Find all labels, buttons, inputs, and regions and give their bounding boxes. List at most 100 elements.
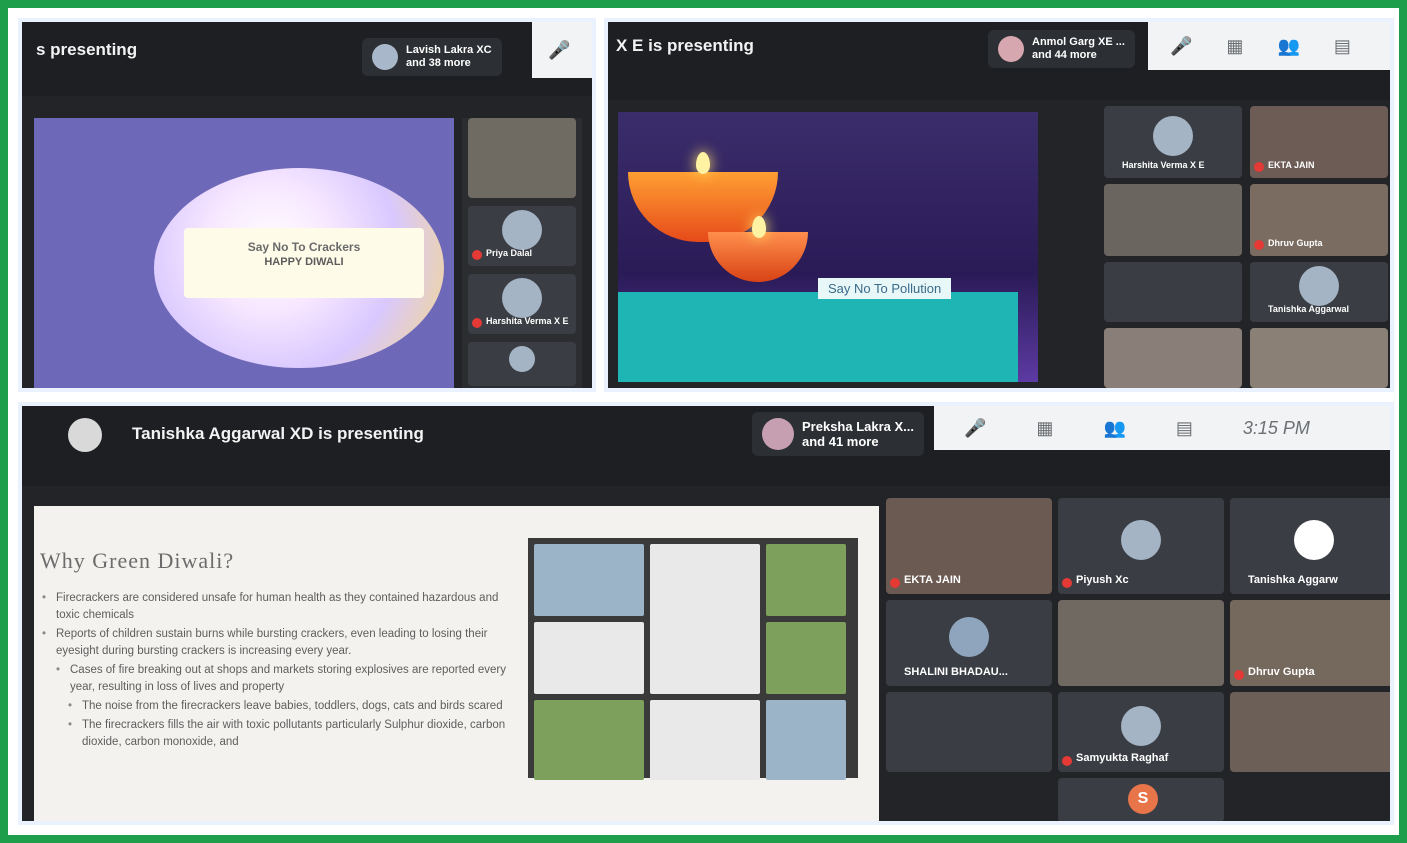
bullet-item: The firecrackers fills the air with toxi… [42, 717, 512, 751]
avatar [372, 44, 398, 70]
toolbar: 🎤 ▦ 👥 ▤ [1148, 22, 1390, 70]
meeting-topbar: X E is presenting Anmol Garg XE ... and … [608, 22, 1390, 100]
participant-tile-video[interactable] [1230, 692, 1390, 772]
participant-grid: Harshita Verma X E EKTA JAIN Dhruv Gupta… [1104, 106, 1388, 388]
avatar [949, 617, 989, 657]
slide-title: Why Green Diwali? [40, 548, 235, 573]
participant-count: and 44 more [1032, 49, 1097, 61]
slide-text-box [618, 292, 1018, 382]
participant-tile[interactable]: Priya Dalal [468, 206, 576, 266]
avatar [762, 418, 794, 450]
participant-tile[interactable]: Dhruv Gupta [1230, 600, 1390, 686]
avatar [1294, 520, 1334, 560]
participant-tile[interactable]: Harshita Verma X E [1104, 106, 1242, 178]
participant-grid: EKTA JAIN Piyush Xc Tanishka Aggarw SHAL… [886, 498, 1390, 821]
meeting-screenshot-3: Tanishka Aggarwal XD is presenting Preks… [18, 402, 1394, 825]
grid-icon[interactable]: ▦ [1226, 36, 1243, 57]
presenting-label: X E is presenting [616, 36, 754, 55]
participant-name: Harshita Verma X E [486, 316, 569, 326]
participants-chip[interactable]: Anmol Garg XE ... and 44 more [988, 30, 1135, 68]
collage-photo [766, 622, 846, 694]
participant-tile[interactable]: Harshita Verma X E [468, 274, 576, 334]
slide-line-1: Say No To Crackers [247, 240, 361, 254]
participant-count: and 41 more [802, 434, 879, 449]
avatar [1121, 706, 1161, 746]
participant-tile[interactable]: EKTA JAIN [886, 498, 1052, 594]
collage-photo [766, 544, 846, 616]
participant-name: EKTA JAIN [904, 574, 961, 586]
presentation-slide: Say No To Crackers HAPPY DIWALI [34, 118, 454, 388]
avatar-initial: S [1128, 784, 1158, 814]
flame-graphic [696, 152, 710, 174]
avatar [1121, 520, 1161, 560]
slide-bullets: Firecrackers are considered unsafe for h… [42, 590, 512, 753]
participant-tile[interactable]: S [1058, 778, 1224, 821]
participant-tile[interactable]: Tanishka Aggarw [1230, 498, 1390, 594]
collage-photo [650, 700, 760, 780]
presenting-label: Tanishka Aggarwal XD is presenting [132, 424, 424, 443]
mic-off-icon [1254, 240, 1264, 250]
participant-tile[interactable]: Samyukta Raghaf [1058, 692, 1224, 772]
collage-photo [766, 700, 846, 780]
microphone-icon[interactable]: 🎤 [964, 418, 986, 439]
mic-off-icon [1062, 578, 1072, 588]
mic-off-icon [890, 578, 900, 588]
diya-graphic [708, 232, 808, 282]
participant-tile[interactable]: EKTA JAIN [1250, 106, 1388, 178]
participant-tile[interactable]: Tanishka Aggarwal [1250, 262, 1388, 322]
grid-icon[interactable]: ▦ [1036, 418, 1053, 439]
mic-off-icon [1254, 162, 1264, 172]
participant-name: Piyush Xc [1076, 574, 1129, 586]
participant-name: Priya Dalal [486, 248, 533, 258]
presenting-label: s presenting [36, 40, 138, 59]
meeting-screenshot-2: X E is presenting Anmol Garg XE ... and … [604, 18, 1394, 392]
people-icon[interactable]: 👥 [1277, 36, 1299, 57]
participant-tile[interactable]: Piyush Xc [1058, 498, 1224, 594]
microphone-icon[interactable]: 🎤 [1170, 36, 1192, 57]
bullet-item: Cases of fire breaking out at shops and … [42, 662, 512, 696]
participant-tile-video[interactable] [1058, 600, 1224, 686]
participant-tile-video[interactable] [468, 118, 576, 198]
toolbar: 🎤 ▦ 👥 ▤ 3:15 PM [934, 406, 1390, 450]
participant-tile[interactable] [468, 342, 576, 386]
participant-tile-video[interactable] [1104, 328, 1242, 388]
mic-off-icon [472, 318, 482, 328]
participant-tile[interactable] [1104, 262, 1242, 322]
avatar [502, 210, 542, 250]
participant-name: Dhruv Gupta [1248, 666, 1315, 678]
presentation-slide: Why Green Diwali? Firecrackers are consi… [34, 506, 879, 821]
participant-name: Tanishka Aggarw [1248, 574, 1338, 586]
chat-icon[interactable]: ▤ [1334, 36, 1351, 57]
bullet-item: Reports of children sustain burns while … [42, 626, 512, 660]
participant-tile-video[interactable] [1250, 328, 1388, 388]
toolbar: 🎤 [532, 22, 592, 78]
mic-off-icon [1234, 670, 1244, 680]
slide-title: Say No To Pollution [818, 278, 952, 299]
participant-tile-video[interactable] [1104, 184, 1242, 256]
participant-tile[interactable]: SHALINI BHADAU... [886, 600, 1052, 686]
participant-name: EKTA JAIN [1268, 160, 1315, 170]
microphone-icon[interactable]: 🎤 [548, 40, 570, 61]
slide-card: Say No To Crackers HAPPY DIWALI [184, 228, 424, 298]
participant-name: Dhruv Gupta [1268, 238, 1323, 248]
participants-chip[interactable]: Lavish Lakra XC and 38 more [362, 38, 502, 76]
collage-photo [534, 700, 644, 780]
avatar [1153, 116, 1193, 156]
avatar [998, 36, 1024, 62]
participant-name: Preksha Lakra X... [802, 419, 915, 434]
participant-name: Lavish Lakra XC [406, 44, 492, 56]
participant-name: Samyukta Raghaf [1076, 752, 1169, 764]
participants-chip[interactable]: Preksha Lakra X... and 41 more [752, 412, 925, 456]
participant-tile[interactable]: Dhruv Gupta [1250, 184, 1388, 256]
chat-icon[interactable]: ▤ [1176, 418, 1193, 439]
people-icon[interactable]: 👥 [1103, 418, 1125, 439]
clock-text: 3:15 PM [1242, 417, 1310, 438]
participant-tile[interactable] [886, 692, 1052, 772]
participant-count: and 38 more [406, 57, 471, 69]
avatar [502, 278, 542, 318]
presenter-avatar [68, 418, 102, 452]
photo-collage [528, 538, 858, 780]
collage-photo [534, 544, 644, 616]
avatar [509, 346, 535, 372]
bullet-item: The noise from the firecrackers leave ba… [42, 698, 512, 715]
